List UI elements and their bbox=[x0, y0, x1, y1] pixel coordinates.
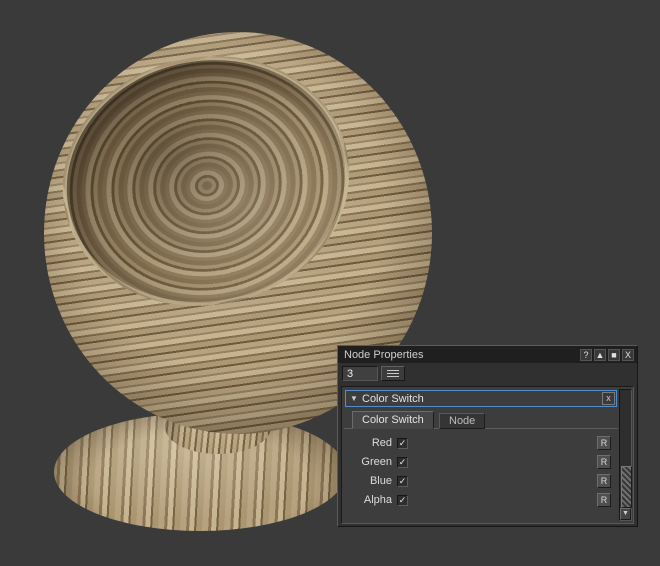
panel-titlebar[interactable]: Node Properties ? ▲ ■ X bbox=[338, 346, 637, 363]
blue-reset-button[interactable]: R bbox=[597, 474, 611, 488]
tab-color-switch[interactable]: Color Switch bbox=[352, 411, 434, 429]
alpha-reset-button[interactable]: R bbox=[597, 493, 611, 507]
remove-node-button[interactable]: x bbox=[602, 392, 615, 405]
node-count-input[interactable] bbox=[342, 366, 378, 381]
green-label: Green bbox=[342, 456, 392, 468]
alpha-label: Alpha bbox=[342, 494, 392, 506]
detach-button[interactable]: ■ bbox=[608, 349, 620, 361]
help-button[interactable]: ? bbox=[580, 349, 592, 361]
row-alpha: Alpha ✓ R bbox=[342, 491, 618, 509]
mini-slider-button[interactable] bbox=[381, 366, 405, 381]
vertical-scrollbar[interactable]: ▼ bbox=[619, 389, 632, 521]
node-header-label: Color Switch bbox=[362, 393, 602, 405]
close-button[interactable]: X bbox=[622, 349, 634, 361]
blue-label: Blue bbox=[342, 475, 392, 487]
mini-slider-icon bbox=[387, 370, 399, 378]
panel-title: Node Properties bbox=[341, 349, 578, 361]
green-checkbox[interactable]: ✓ bbox=[397, 457, 408, 468]
green-reset-button[interactable]: R bbox=[597, 455, 611, 469]
row-red: Red ✓ R bbox=[342, 434, 618, 452]
collapse-button[interactable]: ▲ bbox=[594, 349, 606, 361]
scrollbar-thumb[interactable] bbox=[621, 466, 632, 508]
alpha-checkbox[interactable]: ✓ bbox=[397, 495, 408, 506]
row-green: Green ✓ R bbox=[342, 453, 618, 471]
node-properties-panel: Node Properties ? ▲ ■ X ▼ Color Switch x… bbox=[337, 345, 638, 527]
collapse-node-icon[interactable]: ▼ bbox=[346, 394, 362, 403]
tab-node[interactable]: Node bbox=[439, 413, 485, 429]
row-blue: Blue ✓ R bbox=[342, 472, 618, 490]
node-list-area: ▼ Color Switch x Color Switch Node Red ✓… bbox=[341, 386, 634, 524]
red-reset-button[interactable]: R bbox=[597, 436, 611, 450]
red-label: Red bbox=[342, 437, 392, 449]
red-checkbox[interactable]: ✓ bbox=[397, 438, 408, 449]
scroll-down-button[interactable]: ▼ bbox=[620, 508, 631, 520]
node-header-row[interactable]: ▼ Color Switch x bbox=[345, 390, 617, 407]
blue-checkbox[interactable]: ✓ bbox=[397, 476, 408, 487]
